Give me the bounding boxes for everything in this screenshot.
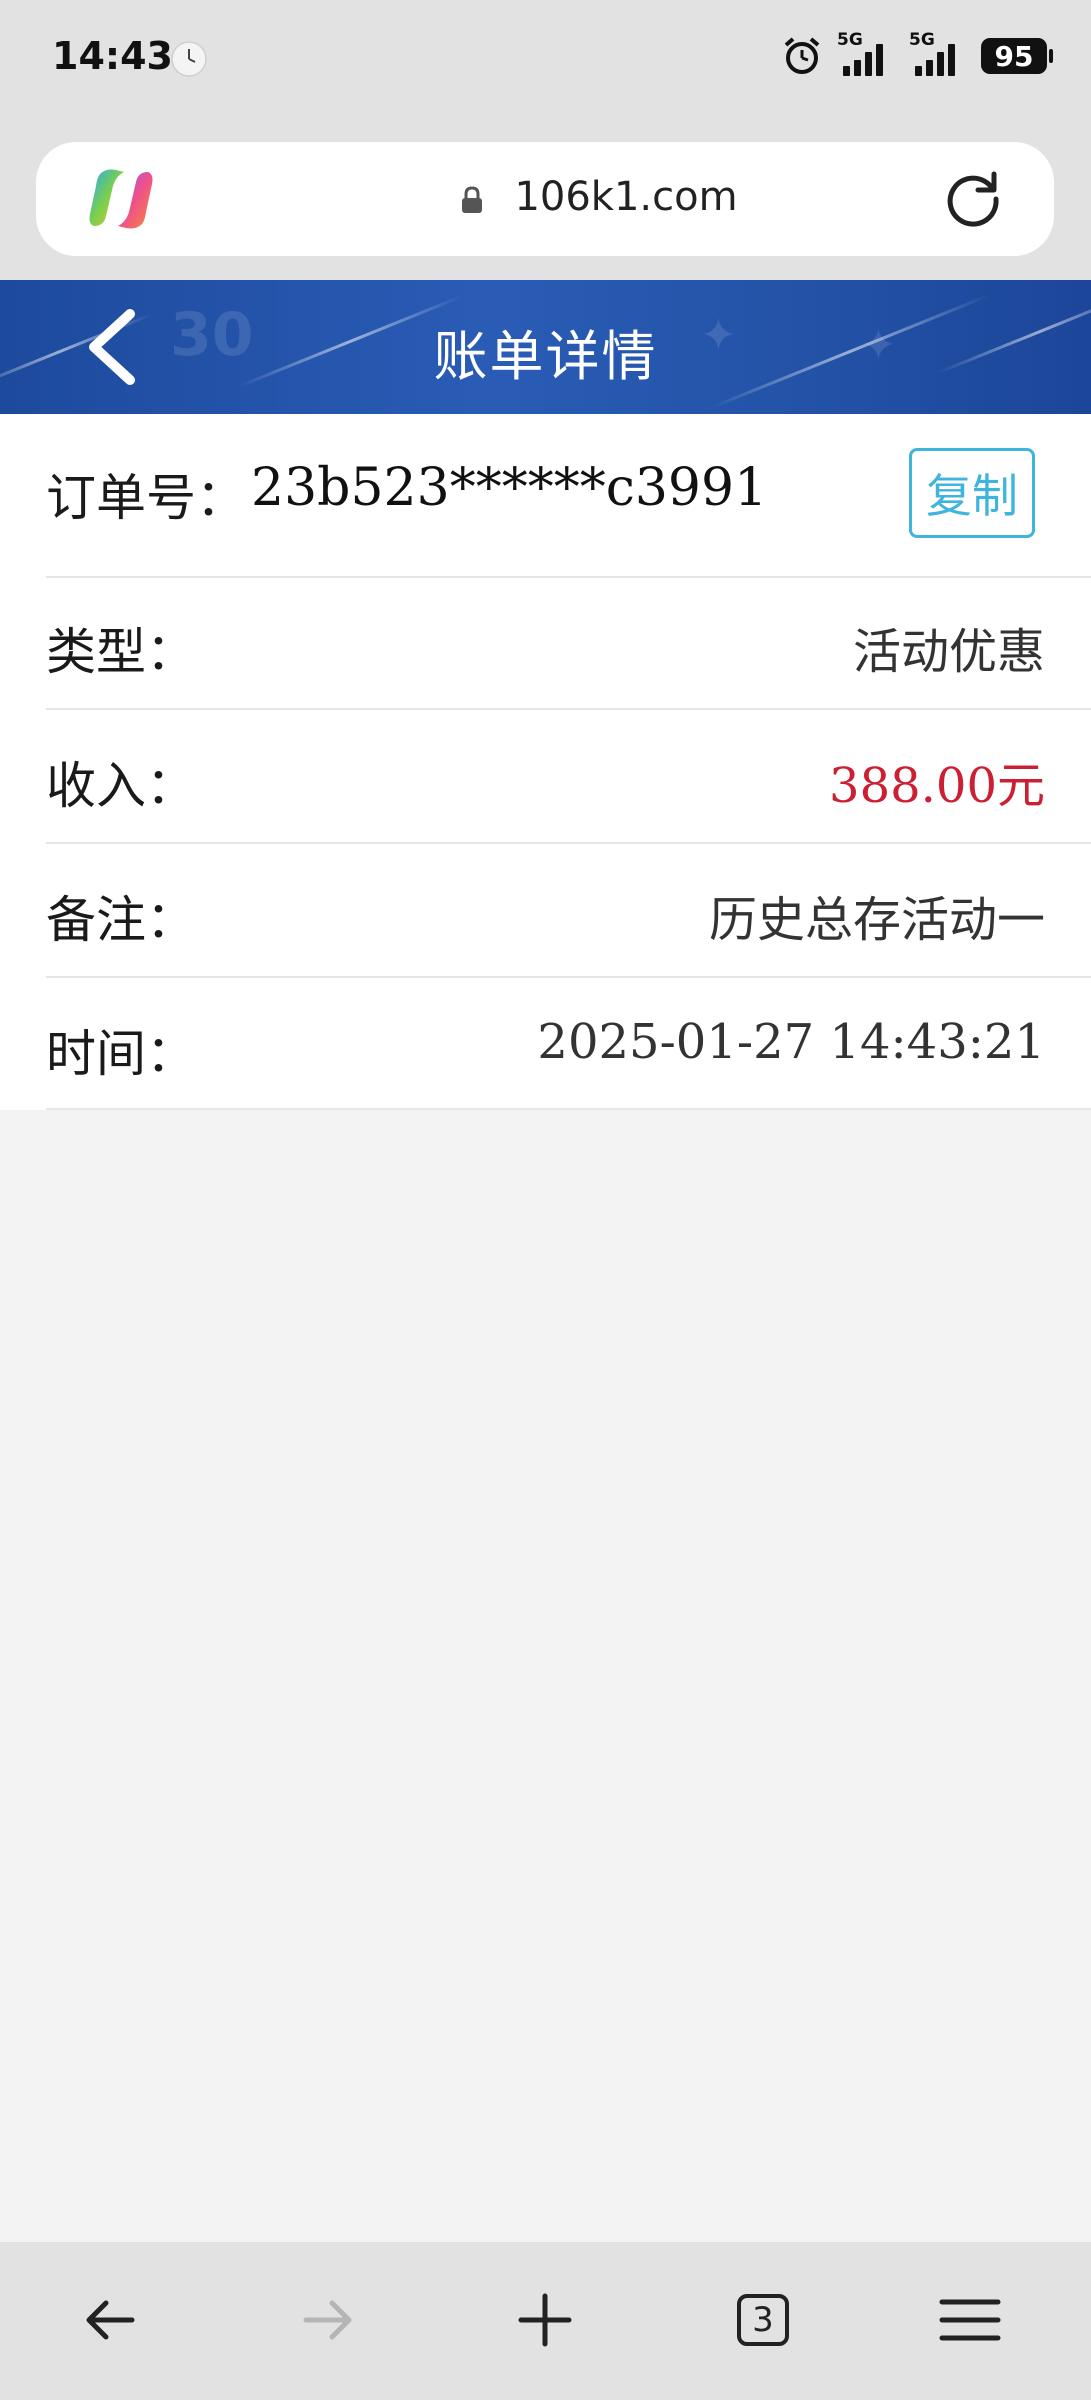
status-bar: 14:43 5G 5G 95 [0,0,1091,120]
alarm-icon [784,37,820,74]
nav-back-button[interactable] [70,2280,150,2360]
order-number-value: 23b523******c3991 [251,458,768,518]
page-title: 账单详情 [433,325,658,388]
browser-toolbar: 106k1.com [0,120,1091,280]
signal-5g-icon: 5G [909,30,967,78]
bill-detail-card: 订单号： 23b523******c3991 复制 类型： 活动优惠 收入： 3… [0,414,1091,1110]
address-bar[interactable]: 106k1.com [36,142,1054,256]
order-number-label: 订单号： [46,469,246,527]
tab-count-badge: 3 [737,2294,789,2346]
status-time: 14:43 [52,34,173,78]
url-text[interactable]: 106k1.com [486,174,766,220]
time-value: 2025-01-27 14:43:21 [537,1014,1045,1070]
detail-row-remark: 备注： 历史总存活动一 [46,844,1091,978]
type-value: 活动优惠 [852,624,1045,680]
signal-5g-icon: 5G [837,30,895,78]
lock-icon [462,186,482,213]
copilot-logo-icon[interactable] [86,166,156,232]
detail-row-income: 收入： 388.00元 [46,710,1091,844]
remark-label: 备注： [46,891,196,949]
page-header: 30 ✦ ✦ 账单详情 [0,280,1091,414]
menu-button[interactable] [930,2280,1010,2360]
new-tab-button[interactable] [505,2280,585,2360]
reload-icon[interactable] [942,168,1004,230]
arrow-right-icon [303,2300,352,2340]
copy-button[interactable]: 复制 [909,448,1035,538]
income-value: 388.00元 [829,758,1045,814]
hamburger-menu-icon [939,2299,1001,2341]
income-label: 收入： [46,757,196,815]
battery-icon: 95 [981,38,1053,74]
plus-icon [518,2293,572,2347]
browser-bottom-nav: 3 [0,2242,1091,2400]
type-label: 类型： [46,623,196,681]
nav-forward-button[interactable] [288,2280,368,2360]
detail-row-type: 类型： 活动优惠 [46,576,1091,710]
remark-value: 历史总存活动一 [708,892,1045,948]
tabs-button[interactable]: 3 [723,2280,803,2360]
time-label: 时间： [46,1025,196,1083]
arrow-left-icon [86,2300,135,2340]
detail-row-time: 时间： 2025-01-27 14:43:21 [46,978,1091,1110]
order-number-row: 订单号： 23b523******c3991 复制 [46,414,1091,578]
clock-app-icon [171,41,207,77]
